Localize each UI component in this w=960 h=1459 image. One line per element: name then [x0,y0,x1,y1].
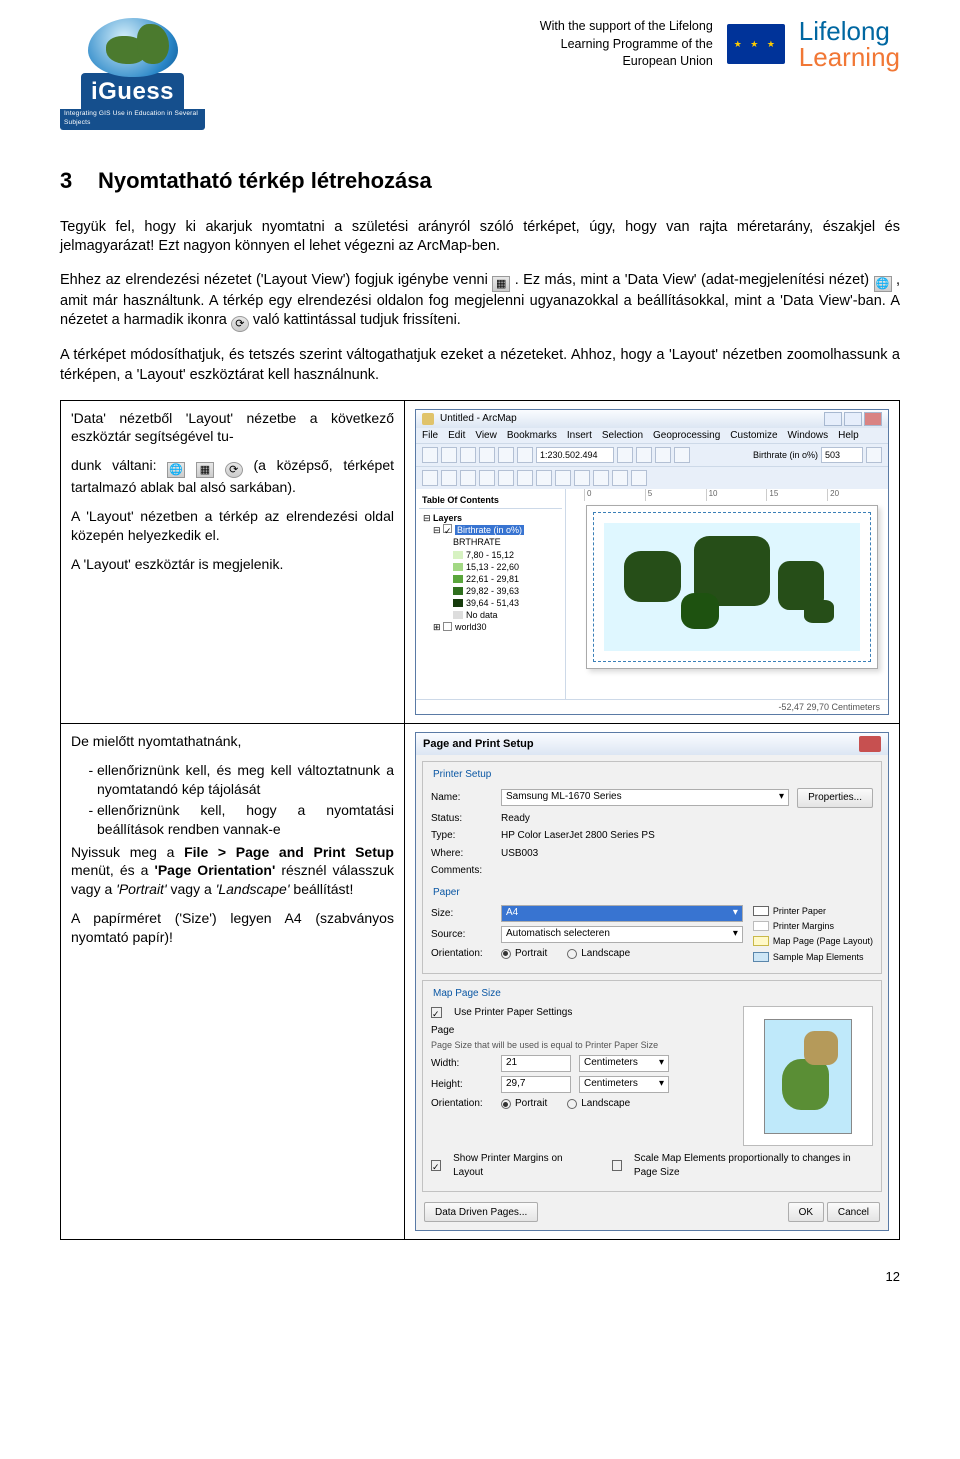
lifelong-learning-logo: Lifelong Learning [799,18,900,70]
stat-label: Birthrate (in o%) [753,449,818,461]
legend-class: 15,13 - 22,60 [419,561,562,573]
use-printer-checkbox[interactable] [431,1007,442,1018]
arcmap-window: Untitled - ArcMap File Edit View Bookmarks I… [415,409,889,716]
data-driven-pages-button[interactable]: Data Driven Pages... [424,1202,538,1222]
app-icon [422,413,434,425]
height-unit[interactable]: Centimeters▾ [579,1076,669,1093]
window-title: Untitled - ArcMap [440,412,517,426]
legend-class: 39,64 - 51,43 [419,597,562,609]
height-input[interactable]: 29,7 [501,1076,571,1093]
menu-item[interactable]: Help [838,429,859,443]
cell-print-instructions: De mielőtt nyomtathatnánk, ellenőriznünk… [61,724,405,1240]
scale-elements-checkbox[interactable] [612,1160,622,1171]
data-view-icon: 🌐 [874,276,892,292]
scale-input[interactable] [536,447,614,463]
layout-canvas[interactable]: 05101520 [566,489,888,699]
close-icon[interactable] [859,736,881,752]
eu-flag-icon: ★ ★ ★ [727,24,785,64]
status-bar: -52,47 29,70 Centimeters [416,699,888,714]
paper-size-select[interactable]: A4▾ [501,905,743,922]
page-legend: Printer PaperPrinter MarginsMap Page (Pa… [753,905,873,965]
menu-item[interactable]: Edit [448,429,465,443]
show-margins-checkbox[interactable] [431,1160,441,1171]
layout-view-icon: ▦ [492,276,510,292]
iguess-logo: iGuess Integrating GIS Use in Education … [60,18,205,130]
menu-item[interactable]: Customize [730,429,777,443]
dialog-title: Page and Print Setup [423,737,534,752]
portrait-radio[interactable]: Portrait [501,947,547,961]
refresh-icon: ⟳ [225,462,243,478]
support-text: With the support of the Lifelong Learnin… [540,18,713,71]
layout-view-icon: ▦ [196,462,214,478]
ok-button[interactable]: OK [788,1202,824,1222]
maximize-icon[interactable] [844,412,862,426]
paper-source-select[interactable]: Automatisch selecteren▾ [501,926,743,943]
cell-page-setup-dialog: Page and Print Setup Printer Setup Name:… [404,724,899,1240]
menu-item[interactable]: Windows [788,429,829,443]
legend-class: 22,61 - 29,81 [419,573,562,585]
landscape-radio[interactable]: Landscape [567,947,630,961]
close-icon[interactable] [864,412,882,426]
menu-item[interactable]: Geoprocessing [653,429,720,443]
paragraph-1: Tegyük fel, hogy ki akarjuk nyomtatni a … [60,218,900,257]
width-unit[interactable]: Centimeters▾ [579,1055,669,1072]
page-print-setup-dialog: Page and Print Setup Printer Setup Name:… [415,732,889,1231]
menu-item[interactable]: Selection [602,429,643,443]
toolbar-2[interactable] [416,466,888,489]
data-view-icon: 🌐 [167,462,185,478]
cell-data-layout-switch: 'Data' nézetből 'Layout' nézetbe a követ… [61,400,405,724]
menu-item[interactable]: View [475,429,497,443]
cancel-button[interactable]: Cancel [827,1202,880,1222]
table-of-contents[interactable]: Table Of Contents ⊟ Layers ⊟ ✓Birthrate … [416,489,566,699]
legend-class: 7,80 - 15,12 [419,549,562,561]
refresh-icon: ⟳ [231,316,249,332]
brand-name: iGuess [81,73,184,109]
page-landscape-radio[interactable]: Landscape [567,1097,630,1111]
paragraph-2: Ehhez az elrendezési nézetet ('Layout Vi… [60,271,900,333]
menu-item[interactable]: Bookmarks [507,429,557,443]
page-preview [743,1006,873,1146]
page-title: 3Nyomtatható térkép létrehozása [60,166,900,196]
paragraph-3: A térképet módosíthatjuk, és tetszés sze… [60,346,900,385]
toolbar-1[interactable]: Birthrate (in o%) [416,443,888,466]
brand-tagline: Integrating GIS Use in Education in Seve… [60,109,205,130]
properties-button[interactable]: Properties... [797,788,873,808]
page-number: 12 [60,1268,900,1286]
stat-value[interactable] [821,447,863,463]
legend-class: 29,82 - 39,63 [419,585,562,597]
width-input[interactable]: 21 [501,1055,571,1072]
menu-item[interactable]: Insert [567,429,592,443]
menu-bar[interactable]: File Edit View Bookmarks Insert Selection Geop… [416,428,888,444]
cell-arcmap-screenshot: Untitled - ArcMap File Edit View Bookmarks I… [404,400,899,724]
page-portrait-radio[interactable]: Portrait [501,1097,547,1111]
menu-item[interactable]: File [422,429,438,443]
minimize-icon[interactable] [824,412,842,426]
printer-name-select[interactable]: Samsung ML-1670 Series▾ [501,789,789,806]
